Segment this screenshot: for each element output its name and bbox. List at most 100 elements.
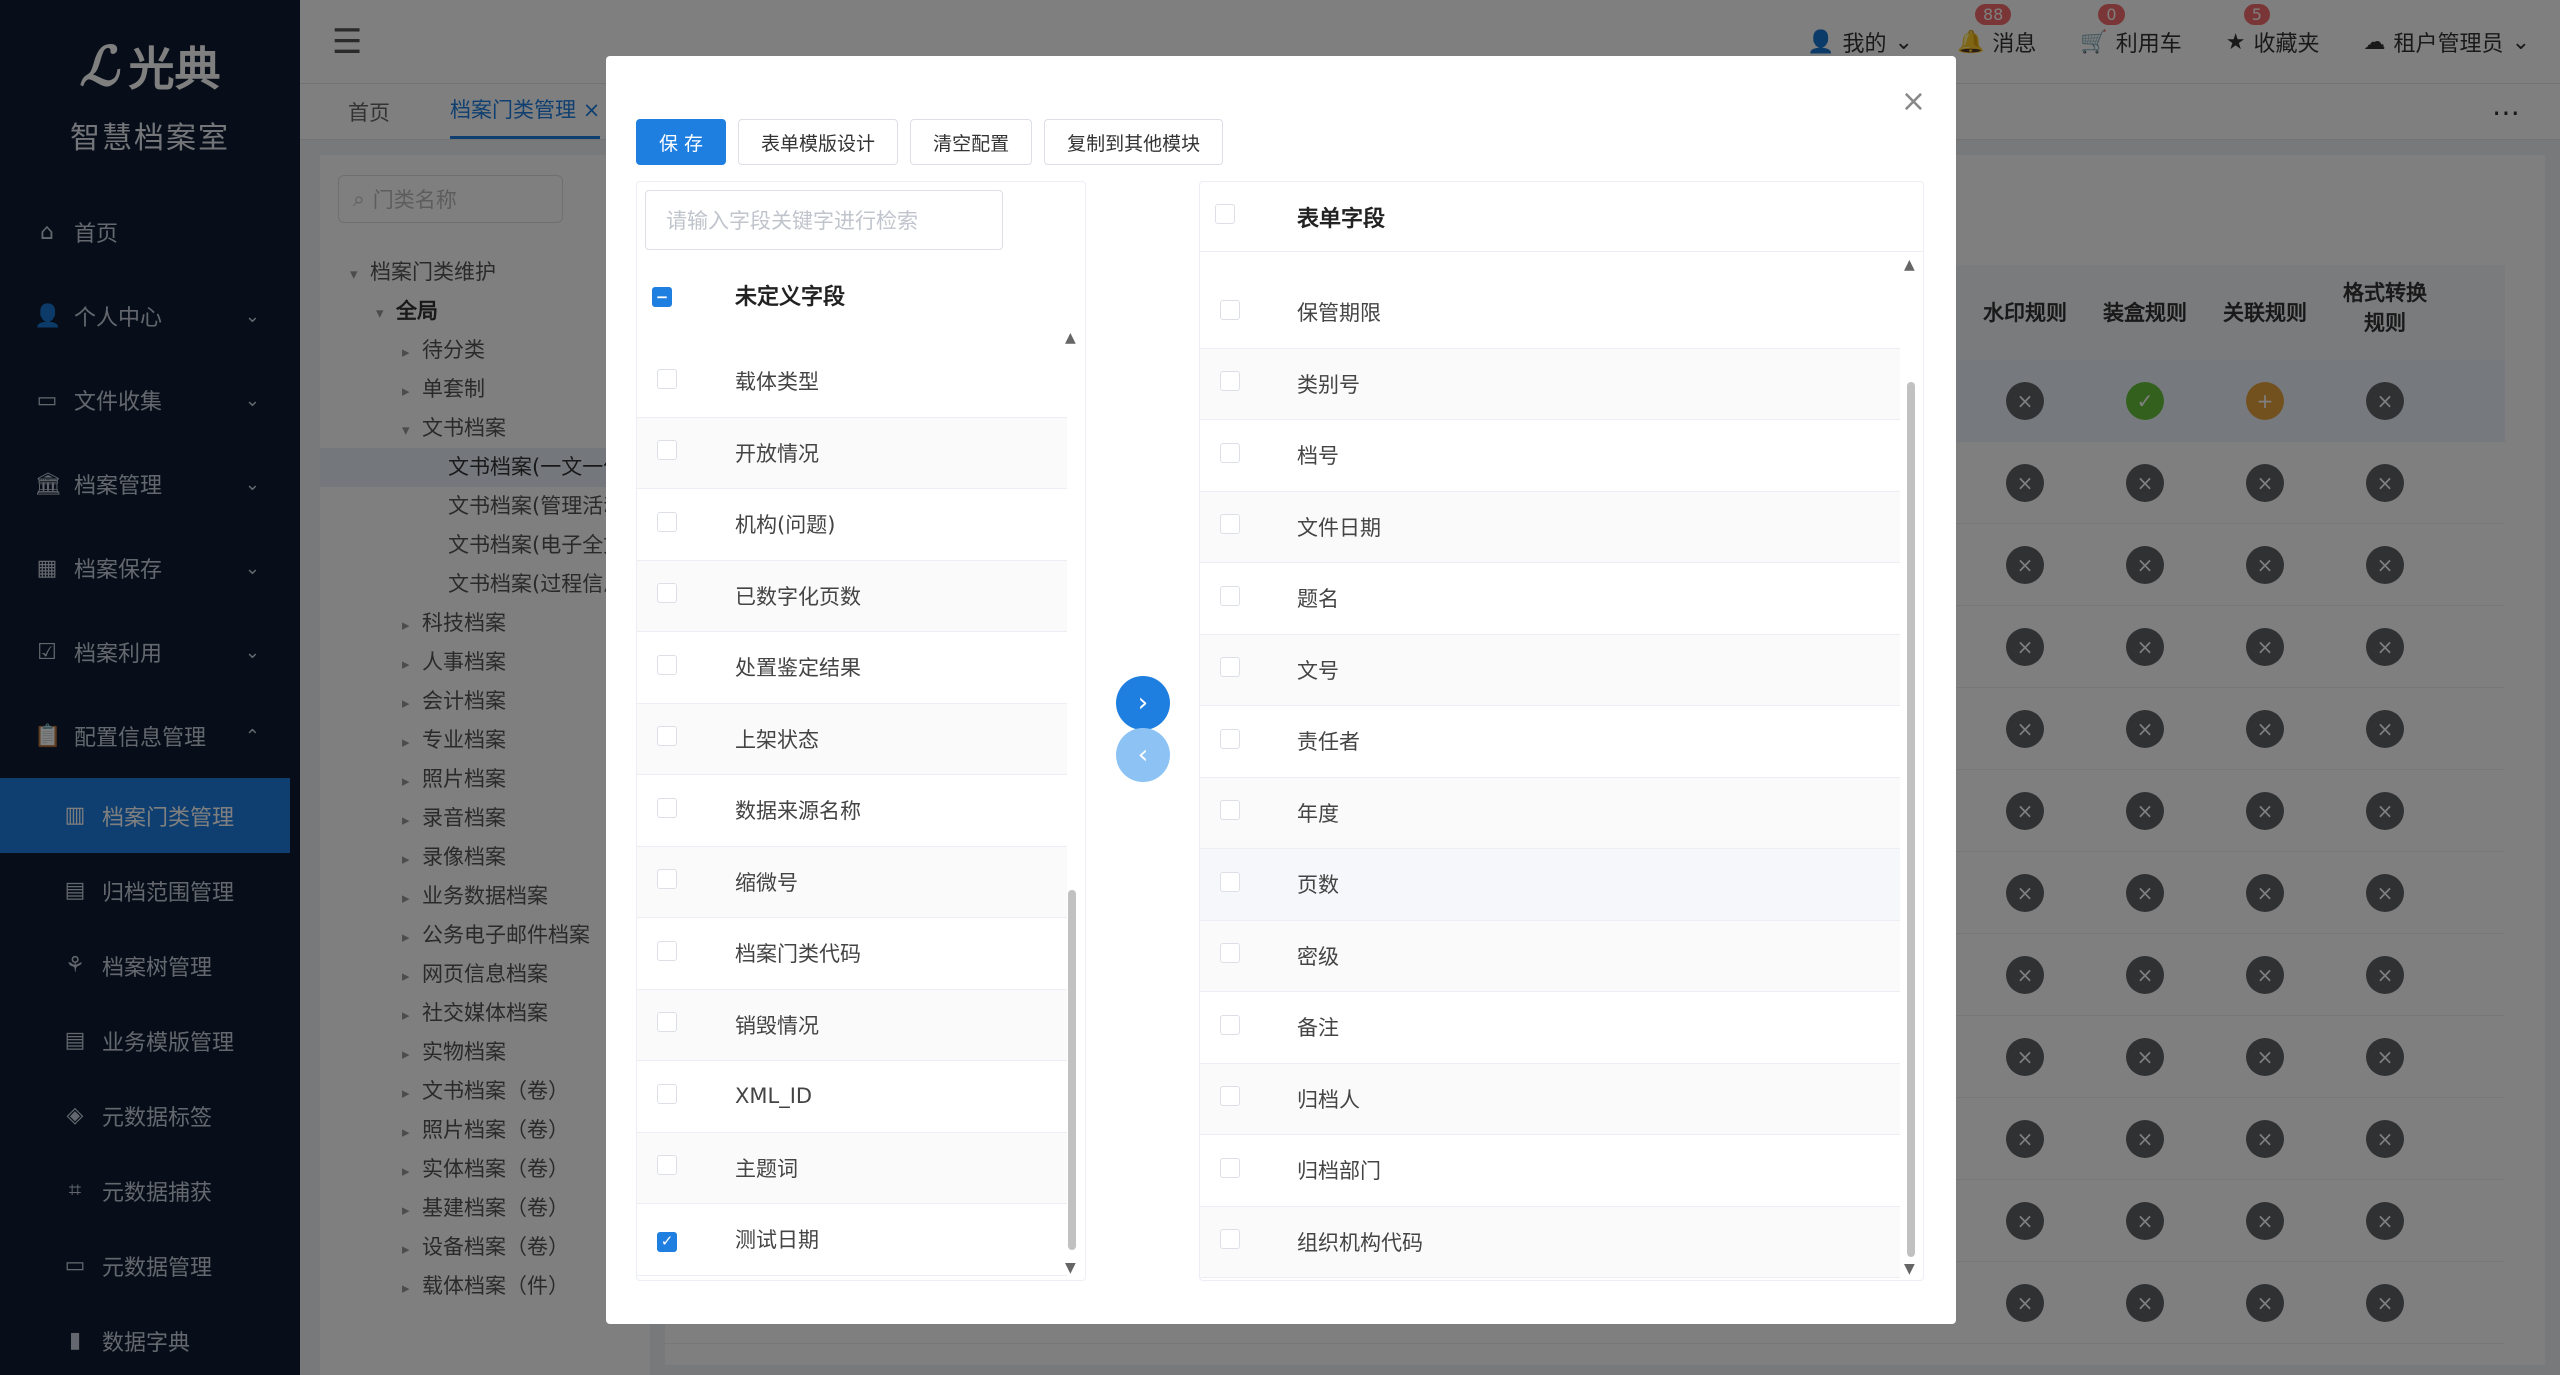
field-label: 文件日期	[1297, 515, 1381, 540]
field-checkbox[interactable]	[1220, 943, 1240, 964]
form-field-item[interactable]: 组织机构代码	[1200, 1206, 1900, 1278]
select-all-undefined-checkbox[interactable]: −	[652, 287, 672, 307]
undefined-field-item[interactable]: 主题词	[637, 1132, 1067, 1204]
field-search-placeholder: 请输入字段关键字进行检索	[666, 209, 918, 233]
field-label: 主题词	[735, 1156, 798, 1181]
scroll-up-icon[interactable]: ▲	[1904, 257, 1915, 273]
field-checkbox[interactable]	[1220, 800, 1240, 821]
field-checkbox[interactable]	[657, 511, 677, 532]
field-checkbox[interactable]	[1220, 1086, 1240, 1107]
copy-to-module-button[interactable]: 复制到其他模块	[1044, 119, 1224, 165]
field-label: 保管期限	[1297, 301, 1381, 326]
form-fields-header: 表单字段	[1200, 182, 1923, 252]
field-label: 题名	[1297, 587, 1339, 612]
template-design-button[interactable]: 表单模版设计	[738, 119, 899, 165]
scroll-down-icon[interactable]: ▼	[1904, 1261, 1915, 1277]
move-left-button[interactable]: ‹	[1116, 728, 1170, 782]
field-checkbox[interactable]	[1220, 657, 1240, 678]
form-field-item[interactable]: 保管期限	[1200, 277, 1900, 349]
field-label: 组织机构代码	[1297, 1230, 1423, 1255]
form-field-item[interactable]: 题名	[1200, 563, 1900, 635]
field-checkbox[interactable]	[1220, 299, 1240, 320]
field-checkbox[interactable]	[657, 583, 677, 604]
right-scroll-thumb[interactable]	[1907, 382, 1915, 1257]
field-checkbox[interactable]	[657, 1012, 677, 1033]
form-field-item[interactable]: 密级	[1200, 920, 1900, 992]
field-checkbox[interactable]	[1220, 371, 1240, 392]
field-checkbox[interactable]	[1220, 585, 1240, 606]
field-label: 处置鉴定结果	[735, 656, 861, 681]
form-field-item[interactable]: 文件日期	[1200, 491, 1900, 563]
right-scrollbar[interactable]: ▲ ▼	[1904, 257, 1918, 1277]
form-fields-panel: 表单字段 保管期限类别号档号文件日期题名文号责任者 年度 页数 密级 备注归档人归档部门…	[1199, 181, 1924, 1281]
form-field-item[interactable]: 责任者	[1200, 706, 1900, 778]
left-scroll-thumb[interactable]	[1068, 890, 1076, 1250]
field-label: 载体类型	[735, 370, 819, 395]
undefined-fields-header: − 未定义字段	[637, 260, 1085, 330]
form-fields-list: 保管期限类别号档号文件日期题名文号责任者 年度 页数 密级 备注归档人归档部门组织机构代…	[1200, 277, 1900, 1278]
field-checkbox[interactable]	[1220, 1157, 1240, 1178]
field-checkbox[interactable]	[657, 797, 677, 818]
form-field-item[interactable]: 归档部门	[1200, 1135, 1900, 1207]
field-checkbox[interactable]	[1220, 728, 1240, 749]
left-scrollbar[interactable]: ▲ ▼	[1065, 330, 1079, 1276]
form-field-item[interactable]: 类别号	[1200, 348, 1900, 420]
form-field-item[interactable]: 备注	[1200, 992, 1900, 1064]
field-label: 销毁情况	[735, 1013, 819, 1038]
field-checkbox[interactable]	[1220, 1014, 1240, 1035]
field-label: 上架状态	[735, 727, 819, 752]
field-checkbox[interactable]	[657, 1083, 677, 1104]
undefined-field-item[interactable]: 已数字化页数	[637, 560, 1067, 632]
undefined-field-item[interactable]: 载体类型	[637, 346, 1067, 418]
field-checkbox[interactable]	[657, 440, 677, 461]
undefined-field-item[interactable]: ✓ 测试日期	[637, 1204, 1067, 1276]
undefined-fields-panel: 请输入字段关键字进行检索 − 未定义字段 载体类型开放情况机构(问题) 已数字化页…	[636, 181, 1086, 1281]
field-search-input[interactable]: 请输入字段关键字进行检索	[645, 190, 1003, 250]
form-field-item[interactable]: 归档人	[1200, 1063, 1900, 1135]
undefined-field-item[interactable]: 处置鉴定结果	[637, 632, 1067, 704]
dialog-toolbar: 保 存 表单模版设计 清空配置 复制到其他模块	[636, 119, 1224, 165]
field-label: 档号	[1297, 444, 1339, 469]
field-checkbox[interactable]	[1220, 871, 1240, 892]
field-checkbox[interactable]	[657, 869, 677, 890]
field-label: 归档部门	[1297, 1159, 1381, 1184]
field-checkbox[interactable]	[657, 726, 677, 747]
undefined-field-item[interactable]: 机构(问题)	[637, 489, 1067, 561]
field-checkbox[interactable]: ✓	[657, 1231, 677, 1252]
select-all-form-checkbox[interactable]	[1215, 203, 1235, 224]
clear-config-button[interactable]: 清空配置	[910, 119, 1033, 165]
field-label: 机构(问题)	[735, 513, 836, 538]
field-checkbox[interactable]	[657, 1155, 677, 1176]
field-checkbox[interactable]	[1220, 442, 1240, 463]
undefined-field-item[interactable]: 销毁情况	[637, 989, 1067, 1061]
form-field-item[interactable]: 页数	[1200, 849, 1900, 921]
field-checkbox[interactable]	[1220, 514, 1240, 535]
undefined-field-item[interactable]: 开放情况	[637, 417, 1067, 489]
scroll-down-icon[interactable]: ▼	[1065, 1260, 1076, 1276]
undefined-field-item[interactable]: 档案门类代码	[637, 918, 1067, 990]
undefined-field-item[interactable]: 缩微号	[637, 846, 1067, 918]
undefined-field-item[interactable]: 数据来源名称	[637, 775, 1067, 847]
undefined-field-item[interactable]: 上架状态	[637, 703, 1067, 775]
form-field-item[interactable]: 文号	[1200, 634, 1900, 706]
move-right-button[interactable]: ›	[1116, 676, 1170, 730]
field-label: 类别号	[1297, 372, 1360, 397]
save-button[interactable]: 保 存	[636, 119, 727, 165]
field-label: 已数字化页数	[735, 584, 861, 609]
scroll-up-icon[interactable]: ▲	[1065, 330, 1076, 346]
field-checkbox[interactable]	[657, 368, 677, 389]
close-icon[interactable]: ×	[1901, 84, 1926, 119]
field-label: 数据来源名称	[735, 799, 861, 824]
form-field-item[interactable]: 年度	[1200, 777, 1900, 849]
form-field-item[interactable]: 档号	[1200, 420, 1900, 492]
undefined-field-item[interactable]: XML_ID	[637, 1061, 1067, 1133]
field-label: 缩微号	[735, 870, 798, 895]
undefined-fields-title: 未定义字段	[735, 285, 846, 310]
field-label: 文号	[1297, 658, 1339, 683]
field-checkbox[interactable]	[657, 940, 677, 961]
field-checkbox[interactable]	[1220, 1229, 1240, 1250]
field-label: 归档人	[1297, 1087, 1360, 1112]
field-label: 测试日期	[735, 1228, 819, 1253]
field-checkbox[interactable]	[657, 654, 677, 675]
field-config-dialog: × 保 存 表单模版设计 清空配置 复制到其他模块 请输入字段关键字进行检索 −…	[606, 56, 1956, 1324]
